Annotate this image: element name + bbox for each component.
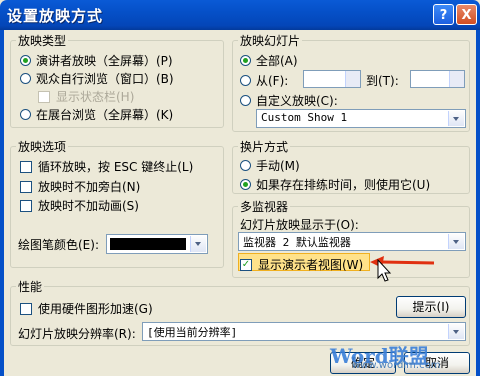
- show-scrollbar-checkbox[interactable]: 显示状态栏(H): [38, 88, 134, 105]
- presenter-view-checkbox[interactable]: ✓ 显示演示者视图(W): [240, 256, 363, 273]
- monitor-value: 监视器 2 默认监视器: [243, 236, 351, 249]
- window-title: 设置放映方式: [7, 7, 104, 25]
- pen-color-swatch: [110, 238, 186, 250]
- checkbox-box: [38, 90, 50, 103]
- show-scrollbar-label: 显示状态栏(H): [56, 90, 135, 104]
- custom-show-select[interactable]: Custom Show 1: [256, 109, 466, 128]
- resolution-value: [使用当前分辨率]: [147, 326, 238, 339]
- manual-radio[interactable]: 手动(M): [240, 157, 300, 174]
- dialog: { "window": { "title": "设置放映方式", "help_g…: [0, 0, 480, 376]
- radio-indicator: [240, 95, 251, 106]
- chevron-down-icon[interactable]: [448, 234, 464, 249]
- spin-up[interactable]: [345, 71, 360, 79]
- manual-label: 手动(M): [256, 159, 300, 173]
- checkbox-box: [20, 199, 32, 212]
- loop-checkbox[interactable]: 循环放映，按 ESC 键终止(L): [20, 158, 193, 175]
- spin-up[interactable]: [449, 71, 464, 79]
- custom-show-label: 自定义放映(C):: [256, 94, 338, 108]
- display-on-label: 幻灯片放映显示于(O):: [240, 218, 359, 232]
- help-button[interactable]: ?: [433, 4, 454, 25]
- show-type-legend: 放映类型: [16, 32, 69, 49]
- resolution-select[interactable]: [使用当前分辨率]: [142, 322, 466, 341]
- from-spinner[interactable]: [303, 70, 361, 88]
- all-slides-label: 全部(A): [256, 54, 298, 68]
- close-button[interactable]: X: [456, 4, 477, 25]
- tips-button[interactable]: 提示(I): [396, 296, 466, 318]
- all-slides-radio[interactable]: 全部(A): [240, 52, 298, 69]
- no-narration-label: 放映时不加旁白(N): [38, 180, 141, 194]
- chevron-down-icon[interactable]: [448, 324, 464, 339]
- checkbox-box: [20, 302, 32, 315]
- to-spinner[interactable]: [410, 70, 465, 88]
- pen-color-label: 绘图笔颜色(E):: [18, 238, 99, 252]
- custom-show-value: Custom Show 1: [261, 111, 348, 124]
- multi-monitor-legend: 多监视器: [238, 198, 291, 215]
- use-timings-label: 如果存在排练时间，则使用它(U): [256, 178, 431, 192]
- annotation-arrow: [370, 256, 435, 282]
- individual-label: 观众自行浏览（窗口）(B): [36, 72, 174, 86]
- resolution-label: 幻灯片放映分辨率(R):: [18, 327, 136, 341]
- no-animation-checkbox[interactable]: 放映时不加动画(S): [20, 197, 139, 214]
- hw-accel-checkbox[interactable]: 使用硬件图形加速(G): [20, 300, 153, 317]
- checkbox-box: [20, 160, 32, 173]
- loop-label: 循环放映，按 ESC 键终止(L): [38, 160, 194, 174]
- window-frame-right: [476, 30, 480, 376]
- radio-indicator: [20, 55, 31, 66]
- hw-accel-label: 使用硬件图形加速(G): [38, 302, 153, 316]
- advance-legend: 换片方式: [238, 138, 291, 155]
- spin-down[interactable]: [345, 79, 360, 87]
- presenter-label: 演讲者放映（全屏幕）(P): [36, 54, 173, 68]
- no-animation-label: 放映时不加动画(S): [38, 199, 139, 213]
- to-label: 到(T):: [366, 74, 399, 88]
- radio-indicator: [240, 179, 251, 190]
- individual-radio[interactable]: 观众自行浏览（窗口）(B): [20, 70, 174, 87]
- use-timings-radio[interactable]: 如果存在排练时间，则使用它(U): [240, 176, 430, 193]
- watermark-url: www.wordlm.com: [352, 360, 441, 371]
- chevron-down-icon[interactable]: [448, 111, 464, 126]
- radio-indicator: [240, 160, 251, 171]
- checkbox-box: [20, 180, 32, 193]
- performance-legend: 性能: [16, 278, 45, 295]
- show-slides-legend: 放映幻灯片: [238, 32, 303, 49]
- presenter-radio[interactable]: 演讲者放映（全屏幕）(P): [20, 52, 173, 69]
- custom-show-radio[interactable]: 自定义放映(C):: [240, 92, 338, 109]
- monitor-select[interactable]: 监视器 2 默认监视器: [238, 232, 466, 251]
- kiosk-label: 在展台浏览（全屏幕）(K): [36, 108, 174, 122]
- presenter-view-label: 显示演示者视图(W): [258, 258, 364, 272]
- show-options-legend: 放映选项: [16, 138, 69, 155]
- pen-color-select[interactable]: [106, 234, 208, 254]
- no-narration-checkbox[interactable]: 放映时不加旁白(N): [20, 178, 140, 195]
- radio-indicator: [240, 75, 251, 86]
- kiosk-radio[interactable]: 在展台浏览（全屏幕）(K): [20, 106, 173, 123]
- spin-down[interactable]: [449, 79, 464, 87]
- radio-indicator: [240, 55, 251, 66]
- chevron-down-icon[interactable]: [190, 236, 206, 252]
- window-frame-left: [0, 30, 4, 376]
- from-label: 从(F):: [256, 74, 289, 88]
- checkbox-box: ✓: [240, 258, 252, 271]
- radio-indicator: [20, 73, 31, 84]
- from-radio[interactable]: 从(F):: [240, 72, 288, 89]
- radio-indicator: [20, 109, 31, 120]
